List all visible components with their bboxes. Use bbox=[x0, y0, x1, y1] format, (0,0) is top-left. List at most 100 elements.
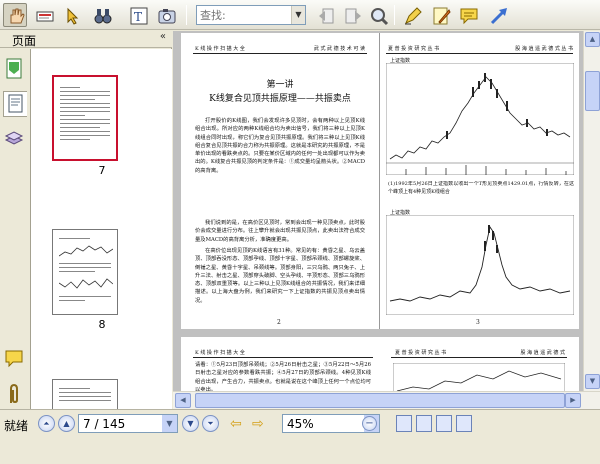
search-field[interactable]: ▼ bbox=[196, 5, 306, 25]
search-input[interactable] bbox=[197, 6, 289, 24]
page-thumbnail[interactable] bbox=[52, 75, 118, 161]
collapse-panel-button[interactable]: « bbox=[160, 31, 166, 42]
document-page-next: K 线 操 作 扫 描 大 全 夏 普 投 资 研 究 丛 书 股 海 逍 遥 … bbox=[181, 337, 579, 391]
page-dropdown-arrow[interactable]: ▼ bbox=[162, 415, 177, 432]
paragraph: 请看：①5月23日顶部吊颈线；②5月26日射击之星；③5月22日～5月26日射击… bbox=[195, 362, 371, 391]
header-rule bbox=[386, 53, 573, 54]
snapshot-button[interactable] bbox=[154, 3, 178, 27]
index-chart-figure bbox=[386, 215, 574, 315]
page-indicator: 7 / 145 bbox=[83, 417, 126, 431]
pages-tab[interactable] bbox=[3, 57, 27, 83]
continuous-facing-view-button[interactable] bbox=[456, 415, 472, 432]
status-text: 就绪 bbox=[4, 419, 29, 433]
chapter-title: K线复合见顶共振原理——共振卖点 bbox=[209, 94, 351, 104]
attachments-tab[interactable] bbox=[3, 383, 27, 409]
document-view[interactable]: K 线 操 作 扫 描 大 全 武 式 武 德 技 术 可 读 第一讲 K线复合… bbox=[173, 31, 583, 391]
first-page-button[interactable]: ⏶ bbox=[38, 415, 55, 432]
paperclip-icon bbox=[10, 383, 18, 404]
facing-view-button[interactable] bbox=[436, 415, 452, 432]
thumbnail-preview bbox=[59, 238, 113, 304]
page-header-left: K 线 操 作 扫 描 大 全 bbox=[195, 350, 245, 356]
scroll-left-button[interactable]: ◀ bbox=[175, 393, 191, 408]
next-result-button[interactable] bbox=[340, 3, 364, 27]
vertical-scrollbar[interactable]: ▲ ▼ bbox=[583, 31, 600, 391]
document-tab[interactable] bbox=[3, 91, 27, 117]
pointer-icon bbox=[67, 7, 79, 25]
comment-button[interactable] bbox=[456, 3, 480, 27]
back-arrow-icon[interactable]: ⇦ bbox=[230, 416, 242, 432]
continuous-view-button[interactable] bbox=[416, 415, 432, 432]
zoom-out-button[interactable]: − bbox=[362, 416, 377, 431]
document-page-right: 夏 普 投 资 研 究 丛 书 股 海 逍 遥 武 德 式 丛 书 上证指数 (… bbox=[379, 33, 579, 329]
stock-chart-figure bbox=[386, 63, 574, 175]
prev-result-button[interactable] bbox=[314, 3, 338, 27]
thumbnail-label: 8 bbox=[98, 318, 106, 331]
thumbnail-preview bbox=[59, 388, 111, 404]
page-number-field[interactable]: 7 / 145 ▼ bbox=[78, 414, 178, 433]
layers-icon bbox=[4, 131, 24, 145]
text-select-icon: T bbox=[130, 7, 148, 25]
paragraph: 在高价位出现见顶的K线语言有31种。常见的有：黄昏之星、乌云盖顶、顶部吞没形态、… bbox=[195, 248, 365, 304]
header-rule bbox=[193, 357, 373, 358]
note-edit-icon bbox=[433, 7, 451, 25]
scroll-right-button[interactable]: ▶ bbox=[565, 393, 581, 408]
panel-header: 页面 « bbox=[0, 31, 172, 48]
layers-tab[interactable] bbox=[3, 127, 27, 153]
thumbnail-chart bbox=[59, 278, 113, 289]
pointer-tool-button[interactable] bbox=[60, 3, 84, 27]
toolbar-separator bbox=[186, 5, 187, 25]
search-button[interactable] bbox=[366, 3, 390, 27]
prev-result-icon bbox=[319, 8, 334, 24]
hand-icon bbox=[10, 8, 25, 24]
status-bar: 就绪 ⏶ ▲ 7 / 145 ▼ ▼ ⏷ ⇦ ⇨ 45% ▼ − bbox=[0, 409, 600, 437]
header-rule bbox=[391, 357, 567, 358]
toolbar-separator bbox=[394, 5, 395, 25]
vertical-scroll-thumb[interactable] bbox=[585, 71, 600, 111]
next-page-button[interactable]: ▼ bbox=[182, 415, 199, 432]
paragraph: 打开股价的K线图，我们会发现许多见顶时，会有两种以上见顶K线组合出现。所对应的两… bbox=[195, 118, 365, 174]
thumbnail-label: 7 bbox=[98, 164, 106, 177]
main-toolbar: T ▼ bbox=[0, 0, 600, 30]
comment-icon bbox=[460, 8, 478, 25]
search-dropdown-arrow[interactable]: ▼ bbox=[291, 6, 305, 24]
note-edit-button[interactable] bbox=[428, 3, 452, 27]
arrow-tool-button[interactable] bbox=[486, 3, 510, 27]
comment-list-icon bbox=[5, 350, 23, 368]
comments-tab[interactable] bbox=[3, 347, 27, 373]
page-header-right: 武 式 武 德 技 术 可 读 bbox=[313, 46, 365, 52]
page-header-right: 股 海 逍 遥 武 德 式 丛 书 bbox=[515, 46, 573, 52]
single-page-view-button[interactable] bbox=[396, 415, 412, 432]
search-icon bbox=[371, 8, 389, 26]
forward-arrow-icon[interactable]: ⇨ bbox=[252, 416, 264, 432]
highlighter-icon bbox=[405, 7, 422, 25]
page-header-right: 股 海 逍 遥 武 德 式 bbox=[520, 350, 565, 356]
next-result-icon bbox=[345, 8, 361, 24]
page-thumbnail[interactable] bbox=[52, 229, 118, 315]
find-button[interactable] bbox=[90, 3, 114, 27]
document-page-left: K 线 操 作 扫 描 大 全 武 式 武 德 技 术 可 读 第一讲 K线复合… bbox=[181, 33, 379, 329]
thumbnail-preview bbox=[60, 87, 110, 143]
page-thumbnail[interactable] bbox=[52, 379, 118, 409]
horizontal-scrollbar[interactable]: ◀ ▶ bbox=[173, 391, 600, 409]
figure-caption: (1)1992年5月26日上证指数以收出一个T形见顶卖点1429.01点，行情反… bbox=[388, 181, 574, 195]
highlight-button[interactable] bbox=[400, 3, 424, 27]
text-tool-button[interactable]: T bbox=[126, 3, 150, 27]
panel-title: 页面 bbox=[12, 34, 37, 48]
page-header-left: 夏 普 投 资 研 究 丛 书 bbox=[388, 46, 440, 52]
snapshot-icon bbox=[158, 9, 176, 24]
page-number: 2 bbox=[277, 319, 281, 326]
prev-page-button[interactable]: ▲ bbox=[58, 415, 75, 432]
select-text-button[interactable] bbox=[32, 3, 56, 27]
scroll-up-button[interactable]: ▲ bbox=[585, 32, 600, 47]
thumbnail-chart bbox=[59, 245, 113, 257]
horizontal-scroll-thumb[interactable] bbox=[195, 393, 565, 408]
document-icon bbox=[8, 94, 23, 113]
scroll-down-button[interactable]: ▼ bbox=[585, 374, 600, 389]
hand-tool-button[interactable] bbox=[3, 3, 27, 27]
arrow-icon bbox=[490, 8, 507, 25]
zoom-level: 45% bbox=[287, 417, 314, 431]
pages-icon bbox=[6, 58, 22, 79]
last-page-button[interactable]: ⏷ bbox=[202, 415, 219, 432]
header-rule bbox=[193, 53, 367, 54]
page-number: 3 bbox=[476, 319, 480, 326]
